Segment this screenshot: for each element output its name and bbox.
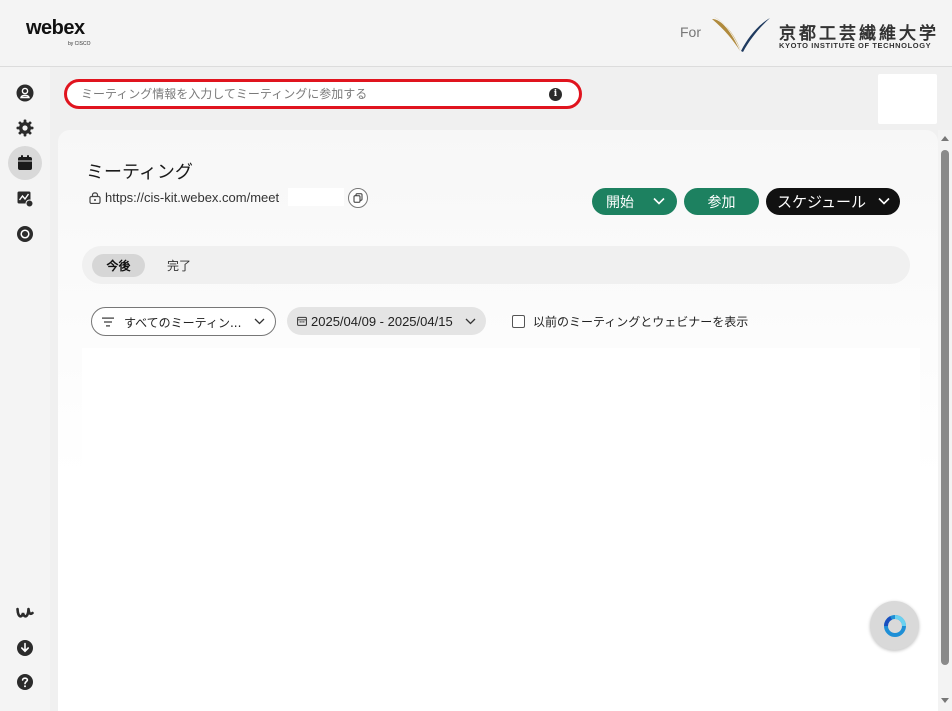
scroll-thumb[interactable] bbox=[941, 150, 949, 665]
rail-profile-button[interactable] bbox=[8, 76, 42, 110]
webex-logo-icon bbox=[16, 607, 34, 618]
tab-completed[interactable]: 完了 bbox=[154, 254, 204, 277]
help-icon bbox=[17, 674, 33, 690]
join-button[interactable]: 参加 bbox=[684, 188, 759, 215]
copy-url-button[interactable] bbox=[348, 188, 368, 208]
info-icon[interactable]: i bbox=[549, 88, 562, 101]
left-nav-rail bbox=[0, 67, 50, 711]
assistant-button[interactable] bbox=[870, 601, 919, 650]
rail-settings-button[interactable] bbox=[8, 111, 42, 145]
start-label: 開始 bbox=[606, 194, 634, 211]
rail-webinar-button[interactable] bbox=[8, 217, 42, 251]
schedule-label: スケジュール bbox=[777, 193, 866, 211]
rail-meetings-button[interactable] bbox=[8, 146, 42, 180]
logo-text: webex bbox=[26, 17, 85, 39]
scroll-up-icon[interactable] bbox=[941, 136, 949, 141]
tab-upcoming[interactable]: 今後 bbox=[92, 254, 145, 277]
join-meeting-input[interactable] bbox=[81, 85, 547, 103]
date-range-picker[interactable]: 2025/04/09 - 2025/04/15 bbox=[287, 307, 486, 335]
rail-webex-app-button[interactable] bbox=[8, 596, 42, 630]
ai-assistant-icon bbox=[883, 614, 906, 637]
logo-subtext: by CISCO bbox=[68, 41, 91, 47]
rail-download-button[interactable] bbox=[8, 631, 42, 665]
url-mask bbox=[288, 188, 344, 206]
meeting-type-select[interactable]: すべてのミーティン... bbox=[91, 307, 276, 336]
copy-icon bbox=[353, 193, 363, 203]
circle-icon bbox=[17, 226, 33, 242]
chevron-down-icon[interactable] bbox=[878, 197, 890, 205]
calendar-icon bbox=[297, 316, 307, 326]
personal-room-url[interactable]: https://cis-kit.webex.com/meet bbox=[105, 190, 290, 205]
filter-icon bbox=[102, 317, 114, 327]
date-range-label: 2025/04/09 - 2025/04/15 bbox=[311, 314, 453, 329]
analytics-icon bbox=[17, 191, 34, 208]
vertical-scrollbar[interactable] bbox=[938, 130, 952, 711]
university-logo-icon bbox=[712, 17, 770, 52]
for-label: For bbox=[680, 24, 701, 40]
webex-logo: webex by CISCO bbox=[26, 17, 91, 47]
lock-icon bbox=[89, 192, 101, 204]
chevron-down-icon bbox=[254, 318, 265, 325]
show-past-checkbox[interactable] bbox=[512, 315, 525, 328]
schedule-button[interactable]: スケジュール bbox=[766, 188, 900, 215]
download-icon bbox=[17, 640, 33, 656]
meetings-panel: ミーティング https://cis-kit.webex.com/meet 開始… bbox=[58, 130, 938, 711]
university-name-en: KYOTO INSTITUTE OF TECHNOLOGY bbox=[779, 41, 932, 50]
app-header: webex by CISCO For 京都工芸繊維大学 KYOTO INSTIT… bbox=[0, 0, 952, 67]
show-past-label[interactable]: 以前のミーティングとウェビナーを表示 bbox=[533, 313, 748, 330]
calendar-icon bbox=[18, 155, 32, 170]
scroll-down-icon[interactable] bbox=[941, 698, 949, 703]
meeting-list bbox=[82, 348, 920, 711]
rail-insights-button[interactable] bbox=[8, 182, 42, 216]
gear-icon bbox=[16, 119, 34, 137]
user-icon bbox=[16, 84, 34, 102]
rail-help-button[interactable] bbox=[8, 665, 42, 699]
chevron-down-icon bbox=[465, 318, 476, 325]
page-title: ミーティング bbox=[86, 162, 193, 183]
chevron-down-icon[interactable] bbox=[653, 197, 665, 205]
meeting-type-label: すべてのミーティン... bbox=[124, 316, 242, 330]
join-meeting-bar: i bbox=[64, 79, 582, 109]
start-meeting-button[interactable]: 開始 bbox=[592, 188, 677, 215]
meeting-tabs: 今後 完了 bbox=[82, 246, 910, 284]
user-avatar[interactable] bbox=[878, 74, 937, 124]
